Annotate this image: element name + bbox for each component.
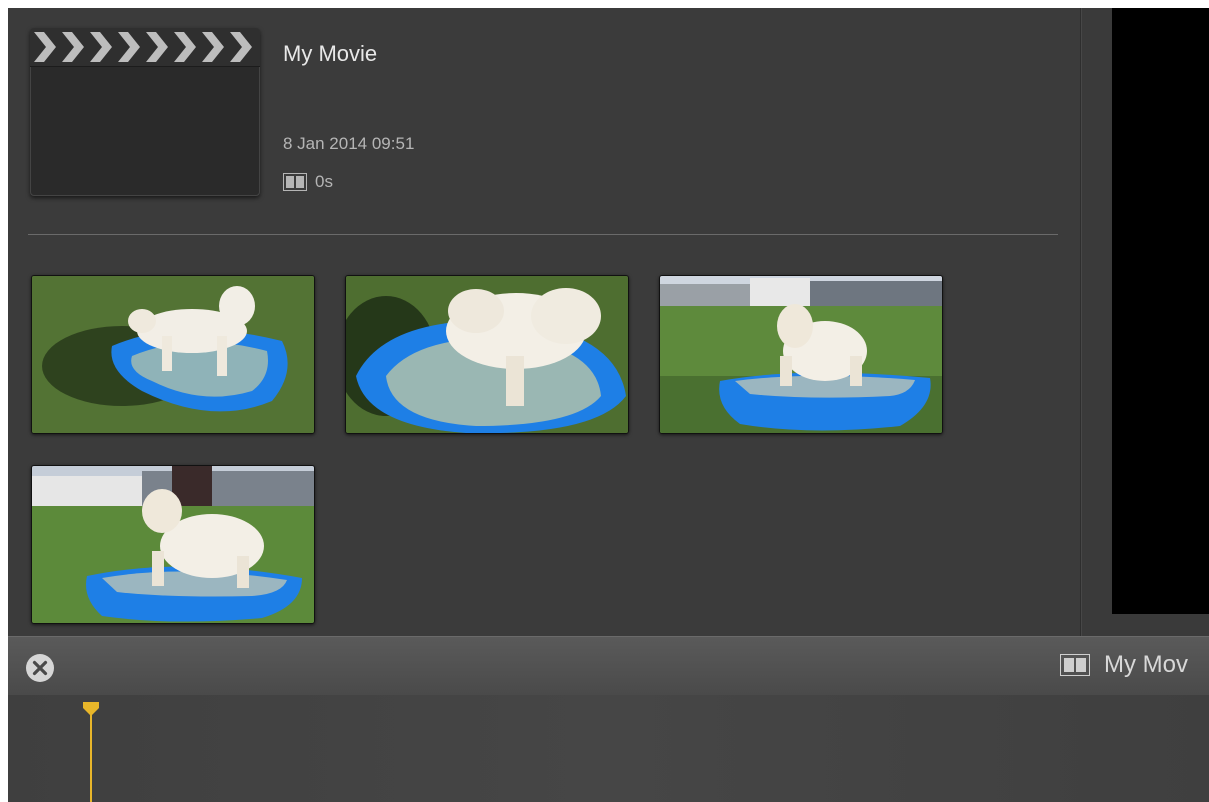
section-divider [28,234,1058,235]
playhead-line [90,705,92,802]
project-duration: 0s [283,172,333,192]
video-clip-4[interactable] [31,465,315,624]
film-strip-icon [283,173,307,191]
video-clip-1[interactable] [31,275,315,434]
project-toolbar: My Mov [8,636,1209,696]
project-browser: My Movie 8 Jan 2014 09:51 0s [8,8,1080,636]
close-circle-icon[interactable] [25,653,55,683]
toolbar-title-label: My Mov [1104,651,1188,678]
video-clip-2[interactable] [345,275,629,434]
playhead-handle-icon[interactable] [82,701,100,717]
video-clip-3[interactable] [659,275,943,434]
duration-label: 0s [315,172,333,191]
toolbar-project-title[interactable]: My Mov [1060,651,1188,679]
imovie-window: My Movie 8 Jan 2014 09:51 0s My Mov [8,8,1209,802]
timeline[interactable] [8,695,1209,802]
project-thumbnail[interactable] [30,28,260,196]
project-title: My Movie [283,41,378,66]
project-date: 8 Jan 2014 09:51 [283,134,415,153]
panel-divider [1080,8,1081,636]
video-viewer [1112,8,1209,614]
clapperboard-icon [30,28,260,67]
film-strip-icon [1060,654,1090,676]
